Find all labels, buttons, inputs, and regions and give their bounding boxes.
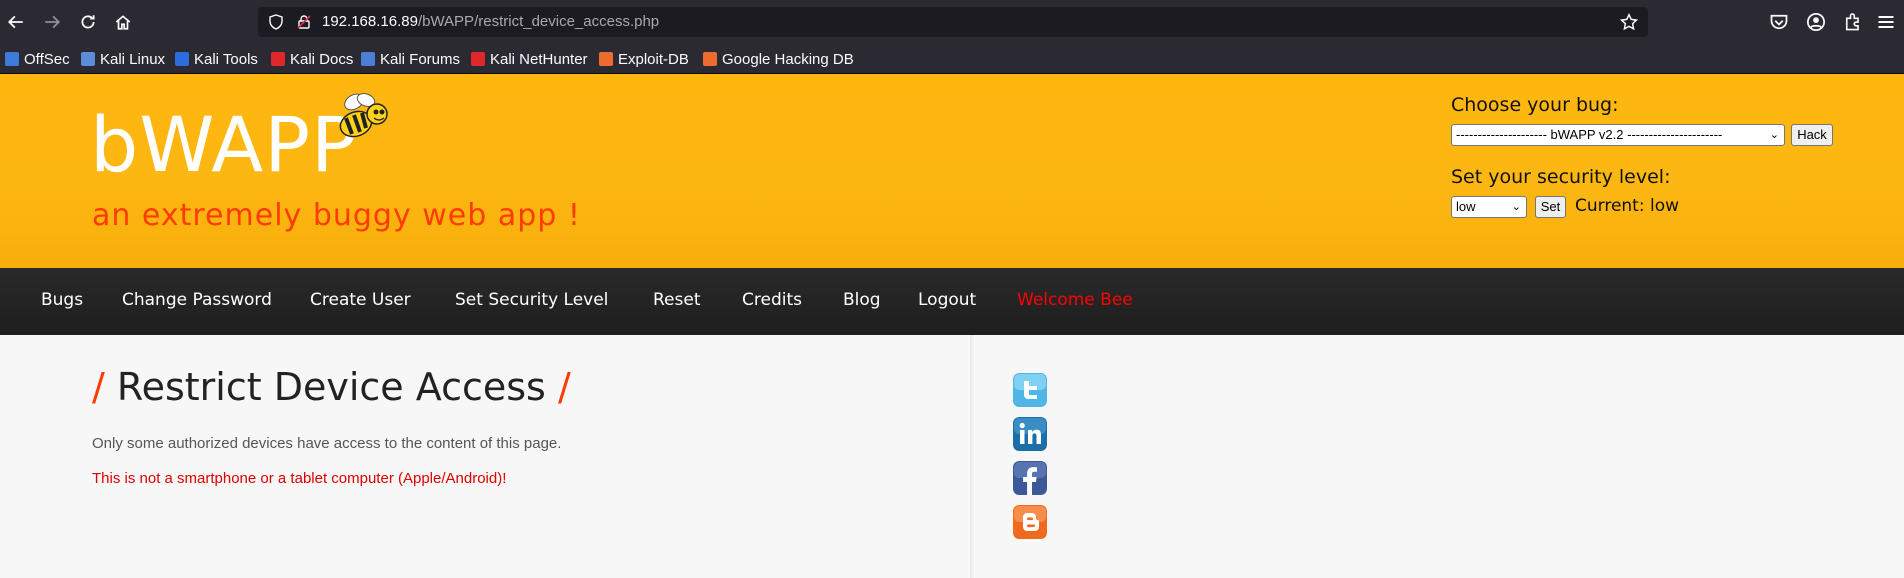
bookmarks-toolbar: OffSec Kali Linux Kali Tools Kali Docs K…: [0, 44, 1904, 74]
ghdb-icon: [703, 52, 717, 66]
nethunter-icon: [471, 52, 485, 66]
menu-create-user[interactable]: Create User: [310, 290, 411, 310]
bookmark-star-icon[interactable]: [1620, 13, 1638, 31]
forward-icon[interactable]: [40, 10, 64, 34]
title-slash-right: /: [557, 365, 571, 409]
menu-blog[interactable]: Blog: [843, 290, 881, 310]
current-security-level: Current: low: [1575, 196, 1680, 216]
welcome-user: Welcome Bee: [1017, 290, 1133, 310]
twitter-icon[interactable]: [1013, 373, 1047, 407]
bookmark-offsec[interactable]: OffSec: [5, 49, 70, 69]
account-icon[interactable]: [1806, 12, 1826, 32]
error-message: This is not a smartphone or a tablet com…: [92, 470, 507, 487]
security-level-select[interactable]: low ⌄: [1451, 196, 1527, 218]
menu-change-password[interactable]: Change Password: [122, 290, 272, 310]
chevron-down-icon: ⌄: [1511, 201, 1521, 213]
reload-icon[interactable]: [76, 10, 100, 34]
chevron-down-icon: ⌄: [1769, 129, 1779, 141]
menu-credits[interactable]: Credits: [742, 290, 802, 310]
security-level-value: low: [1456, 199, 1476, 214]
menu-set-security-level[interactable]: Set Security Level: [455, 290, 608, 310]
site-header: bWAPP an extremely buggy web app ! Choos…: [0, 74, 1904, 268]
bee-icon: [339, 93, 388, 138]
back-icon[interactable]: [4, 10, 28, 34]
hack-button[interactable]: Hack: [1791, 124, 1833, 146]
menu-icon[interactable]: [1876, 12, 1896, 32]
main-menu: Bugs Change Password Create User Set Sec…: [0, 268, 1904, 335]
home-icon[interactable]: [111, 10, 135, 34]
bookmark-exploit-db[interactable]: Exploit-DB: [599, 49, 689, 69]
bookmark-kali-nethunter[interactable]: Kali NetHunter: [471, 49, 588, 69]
bookmark-kali-forums[interactable]: Kali Forums: [361, 49, 460, 69]
address-bar[interactable]: 192.168.16.89/bWAPP/restrict_device_acce…: [258, 7, 1648, 37]
exploit-db-icon: [599, 52, 613, 66]
pocket-icon[interactable]: [1769, 12, 1789, 32]
content-divider: [970, 335, 974, 578]
bookmark-kali-linux[interactable]: Kali Linux: [81, 49, 165, 69]
bug-select-value: --------------------- bWAPP v2.2 -------…: [1456, 127, 1723, 142]
facebook-icon[interactable]: [1013, 461, 1047, 495]
tracking-protection-icon[interactable]: [268, 14, 284, 30]
choose-bug-label: Choose your bug:: [1451, 94, 1619, 116]
menu-logout[interactable]: Logout: [918, 290, 976, 310]
set-button[interactable]: Set: [1535, 196, 1566, 218]
intro-text: Only some authorized devices have access…: [92, 435, 562, 452]
site-logo[interactable]: bWAPP: [90, 100, 358, 189]
kali-tools-icon: [175, 52, 189, 66]
bookmark-google-hacking-db[interactable]: Google Hacking DB: [703, 49, 854, 69]
page-title-text: Restrict Device Access: [116, 365, 546, 409]
site-tagline: an extremely buggy web app !: [92, 198, 581, 233]
extensions-icon[interactable]: [1843, 12, 1863, 32]
insecure-lock-icon[interactable]: [296, 14, 312, 30]
blogger-icon[interactable]: [1013, 505, 1047, 539]
offsec-icon: [5, 52, 19, 66]
bookmark-kali-tools[interactable]: Kali Tools: [175, 49, 258, 69]
menu-reset[interactable]: Reset: [653, 290, 701, 310]
kali-dragon-icon: [81, 52, 95, 66]
bug-select[interactable]: --------------------- bWAPP v2.2 -------…: [1451, 124, 1785, 146]
page-title: / Restrict Device Access /: [92, 365, 571, 409]
security-level-label: Set your security level:: [1451, 166, 1671, 188]
menu-bugs[interactable]: Bugs: [41, 290, 83, 310]
url-text[interactable]: 192.168.16.89/bWAPP/restrict_device_acce…: [322, 13, 659, 30]
main-content: / Restrict Device Access / Only some aut…: [0, 335, 1904, 578]
kali-forums-icon: [361, 52, 375, 66]
bookmark-kali-docs[interactable]: Kali Docs: [271, 49, 353, 69]
browser-toolbar: 192.168.16.89/bWAPP/restrict_device_acce…: [0, 0, 1904, 44]
linkedin-icon[interactable]: [1013, 417, 1047, 451]
kali-docs-icon: [271, 52, 285, 66]
title-slash-left: /: [92, 365, 105, 409]
